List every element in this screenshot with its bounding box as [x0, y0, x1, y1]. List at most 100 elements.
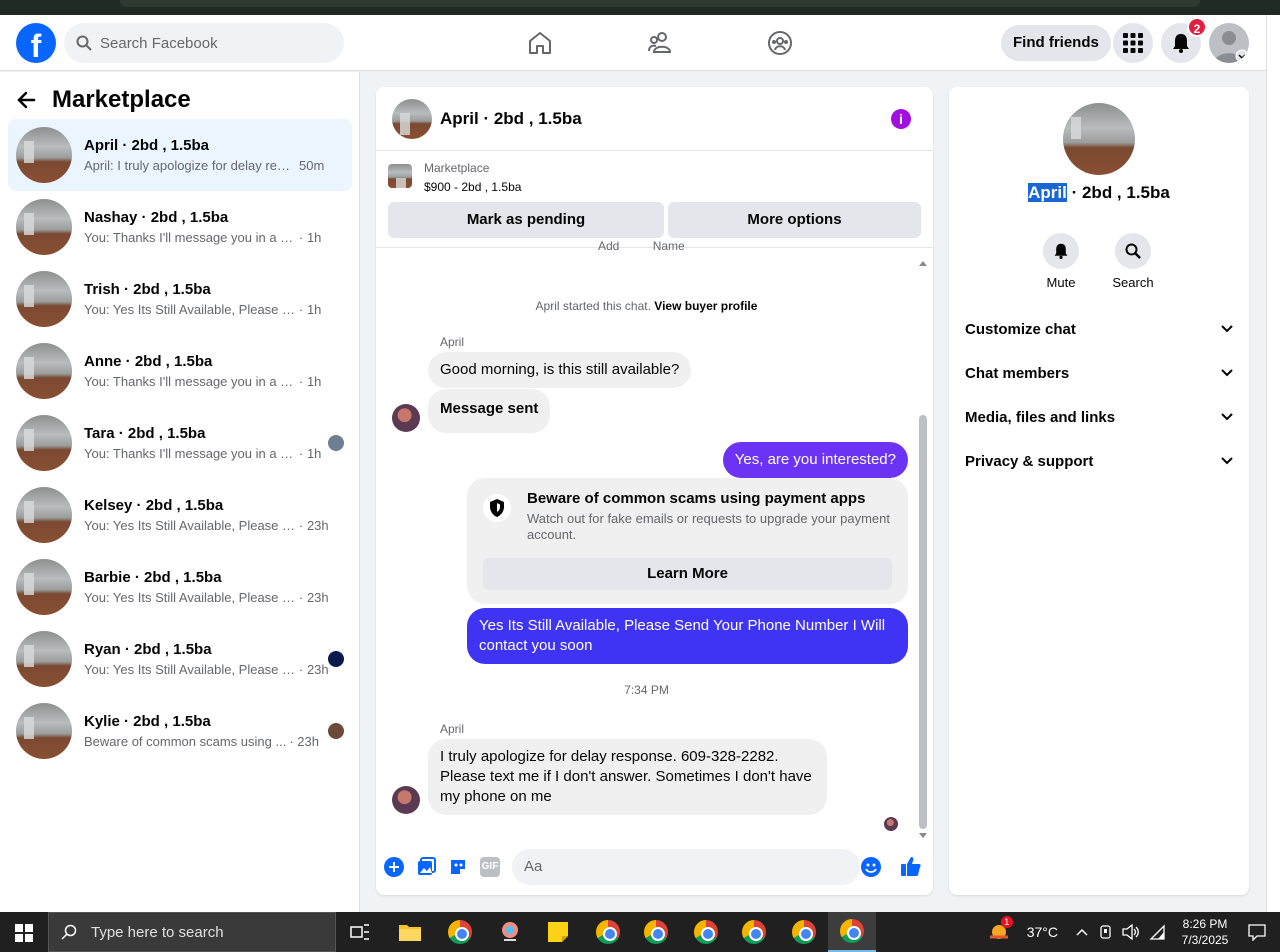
- task-view-button[interactable]: [338, 916, 382, 948]
- conversation-item[interactable]: Nashay · 2bd , 1.5ba You: Thanks I'll me…: [8, 191, 352, 263]
- conversation-item[interactable]: Anne · 2bd , 1.5ba You: Thanks I'll mess…: [8, 335, 352, 407]
- sticky-notes-button[interactable]: [536, 916, 580, 948]
- chrome-app-button[interactable]: [634, 916, 678, 948]
- scroll-down-arrow-icon[interactable]: [918, 832, 928, 840]
- chrome-app-button[interactable]: [684, 916, 728, 948]
- info-icon[interactable]: i: [891, 109, 911, 129]
- default-profile-icon: [1214, 31, 1249, 63]
- conversation-name: Kylie · 2bd , 1.5ba: [84, 713, 211, 730]
- mute-label: Mute: [1046, 275, 1076, 290]
- sender-name: April: [440, 722, 465, 736]
- incoming-message[interactable]: Message sent: [428, 389, 551, 433]
- chrome-icon: [596, 920, 620, 944]
- page-scrollbar[interactable]: [1266, 15, 1280, 912]
- weather-widget[interactable]: 1: [987, 916, 1017, 944]
- chrome-app-button[interactable]: [732, 916, 776, 948]
- mute-action[interactable]: Mute: [1031, 233, 1091, 290]
- conversation-item[interactable]: Kylie · 2bd , 1.5ba Beware of common sca…: [8, 695, 352, 767]
- scroll-up-arrow-icon[interactable]: [918, 259, 928, 267]
- conversation-preview: You: Thanks I'll message you in a m...: [84, 446, 296, 461]
- conversation-time: · 23h: [289, 734, 319, 749]
- photo-icon[interactable]: [416, 857, 436, 877]
- media-files-links-section[interactable]: Media, files and links: [965, 395, 1233, 439]
- outgoing-message[interactable]: Yes, are you interested?: [722, 442, 908, 478]
- nav-friends[interactable]: [600, 15, 720, 71]
- sticker-icon[interactable]: [448, 857, 468, 877]
- chat-members-section[interactable]: Chat members: [965, 351, 1233, 395]
- clock-time: 8:26 PM: [1182, 917, 1228, 931]
- chat-started-line: April started this chat. View buyer prof…: [376, 299, 917, 313]
- nav-groups[interactable]: [720, 15, 840, 71]
- conversation-preview: You: Yes Its Still Available, Please S..…: [84, 662, 296, 677]
- chat-scroll-thumb[interactable]: [919, 415, 927, 829]
- message-composer: GIF Aa: [376, 843, 933, 891]
- notification-count-badge: 2: [1187, 17, 1207, 37]
- search-facebook-input[interactable]: Search Facebook: [64, 23, 344, 63]
- meet-now-icon[interactable]: [1098, 924, 1114, 940]
- chat-title[interactable]: April · 2bd , 1.5ba: [440, 109, 582, 129]
- more-options-button[interactable]: More options: [668, 202, 921, 238]
- conversation-name: Kelsey · 2bd , 1.5ba: [84, 497, 224, 514]
- details-avatar[interactable]: [1063, 103, 1135, 175]
- facebook-logo[interactable]: f: [16, 23, 56, 63]
- thumbs-up-icon[interactable]: [900, 855, 922, 877]
- chevron-up-icon[interactable]: [1076, 928, 1088, 936]
- mark-as-pending-button[interactable]: Mark as pending: [388, 202, 664, 238]
- taskbar-clock[interactable]: 8:26 PM 7/3/2025: [1170, 916, 1240, 948]
- chrome-app-button-active[interactable]: [828, 912, 876, 952]
- learn-more-button[interactable]: Learn More: [483, 558, 892, 590]
- conversation-preview: You: Yes Its Still Available, Please Sen…: [84, 302, 296, 317]
- read-receipt-avatar: [884, 817, 898, 831]
- conversation-preview: You: Thanks I'll message you in a mo...: [84, 230, 296, 245]
- conversation-item[interactable]: Kelsey · 2bd , 1.5ba You: Yes Its Still …: [8, 479, 352, 551]
- incoming-message[interactable]: I truly apologize for delay response. 60…: [428, 739, 827, 815]
- incoming-message[interactable]: Good morning, is this still available?: [428, 352, 692, 388]
- seen-avatar: [328, 651, 344, 667]
- message-input[interactable]: Aa: [512, 849, 860, 885]
- chrome-app-button[interactable]: [438, 916, 482, 948]
- menu-button[interactable]: [1113, 23, 1153, 63]
- chrome-app-button[interactable]: [586, 916, 630, 948]
- folder-icon: [399, 925, 421, 941]
- snipping-tool-button[interactable]: [488, 916, 532, 948]
- section-label: Privacy & support: [965, 452, 1094, 470]
- privacy-support-section[interactable]: Privacy & support: [965, 439, 1233, 483]
- sender-avatar[interactable]: [392, 786, 420, 814]
- conversation-time: · 23h: [299, 662, 329, 677]
- customize-chat-section[interactable]: Customize chat: [965, 307, 1233, 351]
- find-friends-button[interactable]: Find friends: [1001, 25, 1111, 61]
- gif-icon[interactable]: GIF: [480, 857, 500, 877]
- chat-listing-avatar[interactable]: [392, 98, 432, 139]
- conversation-item[interactable]: Trish · 2bd , 1.5ba You: Yes Its Still A…: [8, 263, 352, 335]
- listing-thumbnail[interactable]: [388, 164, 412, 188]
- speaker-icon[interactable]: [1122, 924, 1140, 940]
- sender-avatar[interactable]: [392, 404, 420, 432]
- chrome-app-button[interactable]: [782, 916, 826, 948]
- notification-center-icon[interactable]: [1248, 923, 1266, 941]
- search-action[interactable]: Search: [1103, 233, 1163, 290]
- wifi-icon[interactable]: [1148, 924, 1166, 940]
- nav-home[interactable]: [480, 15, 600, 71]
- conversation-item[interactable]: April · 2bd , 1.5ba April: I truly apolo…: [8, 119, 352, 191]
- notifications-button[interactable]: 2: [1161, 17, 1207, 63]
- windows-start-icon[interactable]: [15, 924, 33, 942]
- view-buyer-profile-link[interactable]: View buyer profile: [654, 299, 757, 313]
- outgoing-message[interactable]: Yes Its Still Available, Please Send You…: [467, 608, 908, 664]
- conversation-item[interactable]: Tara · 2bd , 1.5ba You: Thanks I'll mess…: [8, 407, 352, 479]
- section-label: Chat members: [965, 364, 1070, 382]
- emoji-icon[interactable]: [861, 857, 881, 877]
- chat-scrollbar[interactable]: [918, 259, 928, 838]
- file-explorer-button[interactable]: [388, 916, 432, 948]
- back-arrow-icon[interactable]: [16, 90, 36, 110]
- listing-thumbnail: [16, 199, 72, 255]
- browser-top-strip: [0, 0, 1280, 15]
- plus-circle-icon[interactable]: [384, 857, 404, 877]
- account-avatar[interactable]: [1209, 23, 1249, 63]
- conversation-item[interactable]: Barbie · 2bd , 1.5ba You: Yes Its Still …: [8, 551, 352, 623]
- listing-thumbnail: [16, 415, 72, 471]
- taskbar-search-box[interactable]: Type here to search: [48, 912, 336, 952]
- task-view-icon: [350, 924, 369, 940]
- conversation-item[interactable]: Ryan · 2bd , 1.5ba You: Yes Its Still Av…: [8, 623, 352, 695]
- grid-menu-icon: [1123, 33, 1143, 53]
- listing-thumbnail: [16, 631, 72, 687]
